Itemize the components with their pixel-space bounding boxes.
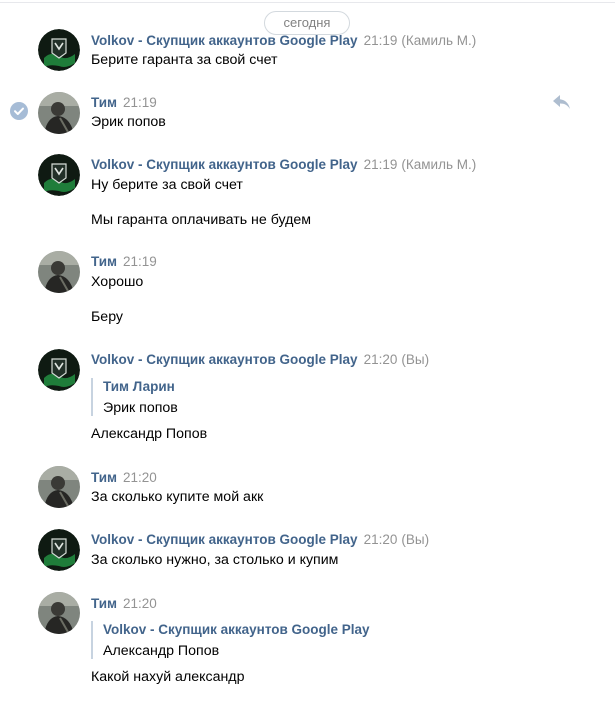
message-text: Ну берите за свой счет: [91, 177, 243, 193]
quote-author[interactable]: Volkov - Скупщик аккаунтов Google Play: [103, 621, 370, 639]
message-time[interactable]: 21:19: [364, 157, 398, 172]
message-header: Тим 21:20: [91, 595, 157, 613]
message-header: Тим 21:20: [91, 469, 157, 487]
message-author[interactable]: Volkov - Скупщик аккаунтов Google Play: [91, 532, 358, 547]
message-header: Тим 21:19: [91, 94, 157, 112]
message-text: За сколько купите мой акк: [91, 489, 264, 505]
message-header: Volkov - Скупщик аккаунтов Google Play 21…: [91, 351, 429, 369]
message-author[interactable]: Volkov - Скупщик аккаунтов Google Play: [91, 157, 358, 172]
message-text: Мы гаранта оплачивать не будем: [91, 212, 312, 228]
message-author[interactable]: Тим: [91, 95, 117, 110]
message-text: За сколько нужно, за столько и купим: [91, 552, 339, 568]
volkov-logo-avatar[interactable]: [38, 154, 80, 196]
tim-photo-avatar[interactable]: [38, 92, 80, 134]
volkov-logo-avatar[interactable]: [38, 529, 80, 571]
quote-author[interactable]: Тим Ларин: [103, 378, 178, 396]
message-time[interactable]: 21:19: [123, 254, 157, 269]
message-author[interactable]: Volkov - Скупщик аккаунтов Google Play: [91, 352, 358, 367]
volkov-logo-avatar[interactable]: [38, 29, 80, 71]
message-text: Беру: [91, 309, 124, 325]
message-time[interactable]: 21:20: [123, 596, 157, 611]
quote-text: Александр Попов: [103, 643, 220, 659]
message-text: Александр Попов: [91, 426, 208, 442]
message-header: Volkov - Скупщик аккаунтов Google Play 21…: [91, 531, 429, 549]
quote-text: Эрик попов: [103, 400, 178, 416]
message-time[interactable]: 21:20: [364, 352, 398, 367]
message-text: Берите гаранта за свой счет: [91, 52, 278, 68]
message-sender-note: (Камиль М.): [401, 157, 477, 172]
message-author[interactable]: Тим: [91, 596, 117, 611]
message-sender-note: (Камиль М.): [401, 33, 477, 48]
message-author[interactable]: Тим: [91, 254, 117, 269]
message-header: Volkov - Скупщик аккаунтов Google Play 21…: [91, 156, 476, 174]
message-sender-note: (Вы): [401, 352, 430, 367]
message-text: Какой нахуй александр: [91, 669, 245, 685]
message-time[interactable]: 21:20: [123, 470, 157, 485]
message-header: Тим 21:19: [91, 253, 157, 271]
message-sender-note: (Вы): [401, 532, 430, 547]
message-author[interactable]: Тим: [91, 470, 117, 485]
forwarded-quote[interactable]: Тим Ларин Эрик попов: [91, 378, 178, 416]
top-divider: [0, 2, 615, 3]
tim-photo-avatar[interactable]: [38, 466, 80, 508]
tim-photo-avatar[interactable]: [38, 251, 80, 293]
message-text: Хорошо: [91, 274, 144, 290]
message-time[interactable]: 21:19: [364, 33, 398, 48]
tim-photo-avatar[interactable]: [38, 592, 80, 634]
message-time[interactable]: 21:19: [123, 95, 157, 110]
message-time[interactable]: 21:20: [364, 532, 398, 547]
reply-icon[interactable]: [552, 94, 572, 110]
volkov-logo-avatar[interactable]: [38, 349, 80, 391]
check-icon[interactable]: [10, 102, 28, 120]
message-author[interactable]: Volkov - Скупщик аккаунтов Google Play: [91, 33, 358, 48]
message-header: Volkov - Скупщик аккаунтов Google Play 21…: [91, 32, 476, 50]
message-text: Эрик попов: [91, 114, 166, 130]
forwarded-quote[interactable]: Volkov - Скупщик аккаунтов Google Play А…: [91, 621, 370, 659]
